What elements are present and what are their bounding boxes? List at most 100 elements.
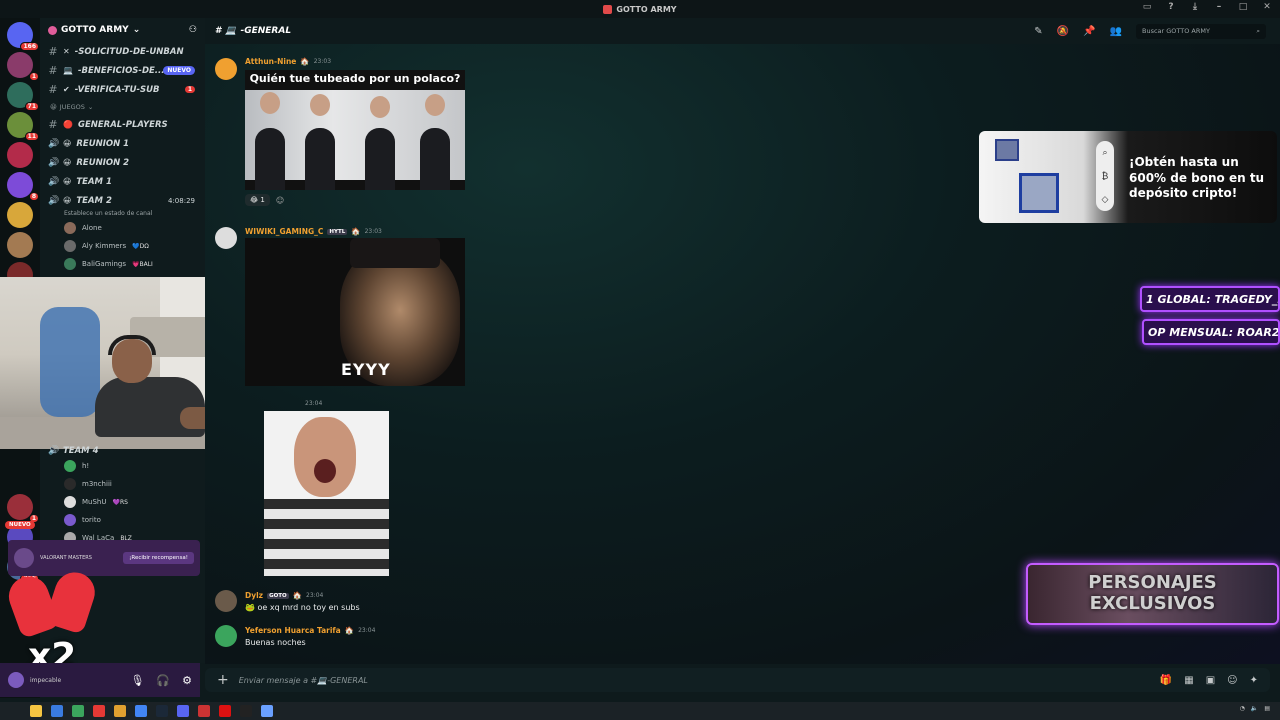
avatar[interactable]: [215, 625, 237, 647]
message-image[interactable]: [264, 411, 389, 576]
channel-voice-2[interactable]: 🔊 😀 TEAM 1: [40, 172, 205, 191]
author-name[interactable]: WIWIKI_GAMING_C: [245, 227, 323, 236]
notification-icon[interactable]: ▤: [1264, 705, 1270, 712]
author-name[interactable]: Atthun-Nine: [245, 57, 296, 66]
channel-status-hint[interactable]: Establece un estado de canal: [40, 210, 205, 219]
voice-members-bottom: 🔊 TEAM 4 h! m3nchiii MuShU 💜RS torito Wal LaC…: [40, 445, 205, 547]
microphone-icon[interactable]: 🎙: [130, 674, 144, 687]
top-server-icon-3[interactable]: 11: [7, 112, 39, 141]
channel-voice-0[interactable]: 🔊 😀 REUNION 1: [40, 134, 205, 153]
notification-bell-icon[interactable]: 🔕: [1057, 26, 1069, 37]
author-name[interactable]: Dylz: [245, 591, 263, 600]
taskbar-app-icon[interactable]: [240, 705, 252, 717]
taskbar-app-icon[interactable]: [30, 705, 42, 717]
emoji-icon[interactable]: ☺: [1227, 675, 1237, 686]
gif-icon[interactable]: ▦: [1184, 675, 1193, 686]
apps-icon[interactable]: ✦: [1250, 675, 1258, 686]
avatar[interactable]: [215, 58, 237, 80]
avatar[interactable]: [215, 590, 237, 612]
attach-plus-icon[interactable]: +: [217, 672, 229, 688]
headphones-icon[interactable]: 🎧: [156, 674, 170, 687]
taskbar-app-icon[interactable]: [93, 705, 105, 717]
promo-title: VALORANT MASTERS: [40, 555, 92, 561]
hash-icon: #: [48, 64, 58, 77]
wifi-icon[interactable]: ◔: [1240, 705, 1245, 712]
add-member-icon[interactable]: ⚇: [189, 25, 197, 35]
top-server-icon-0[interactable]: 166: [7, 22, 39, 51]
author-name[interactable]: Yeferson Huarca Tarifa: [245, 626, 341, 635]
top-server-icon-4[interactable]: [7, 142, 33, 168]
avatar[interactable]: [8, 672, 24, 688]
voice-timer: 4:08:29: [168, 196, 195, 205]
taskbar-app-icon[interactable]: [114, 705, 126, 717]
taskbar-app-icon[interactable]: [156, 705, 168, 717]
gift-icon[interactable]: 🎁: [1160, 675, 1172, 686]
settings-gear-icon[interactable]: ⚙: [182, 674, 192, 687]
message-image[interactable]: Quién tue tubeado por un polaco?: [245, 70, 465, 190]
reactions: 😂 1 ☺: [245, 194, 284, 206]
taskbar-app-icon[interactable]: [51, 705, 63, 717]
gift-box-icon: [995, 139, 1019, 161]
help-icon[interactable]: ?: [1164, 2, 1178, 12]
top-server-icon-2[interactable]: 71: [7, 82, 39, 111]
minimize-button[interactable]: –: [1212, 2, 1226, 12]
inbox-icon[interactable]: ▭: [1140, 2, 1154, 12]
sticker-icon[interactable]: ▣: [1206, 675, 1215, 686]
channel-text-1[interactable]: # 💻 -BENEFICIOS-DE... NUEVO: [40, 61, 205, 80]
guild-tag[interactable]: HYTL: [327, 228, 348, 235]
message-composer[interactable]: + Enviar mensaje a #💻-GENERAL 🎁 ▦ ▣ ☺ ✦: [205, 668, 1270, 692]
maximize-button[interactable]: □: [1236, 2, 1250, 12]
pin-icon[interactable]: 📌: [1083, 26, 1095, 37]
message-image[interactable]: EYYY: [245, 238, 465, 386]
top-server-icon-6[interactable]: [7, 202, 33, 228]
voice-member[interactable]: h!: [40, 457, 205, 475]
channel-voice-1[interactable]: 🔊 😀 REUNION 2: [40, 153, 205, 172]
avatar: [64, 258, 76, 270]
mention-badge: 8: [28, 192, 39, 201]
channel-general-players[interactable]: # 🔴 GENERAL-PLAYERS: [40, 115, 205, 134]
top-server-icon-5[interactable]: 8: [7, 172, 39, 201]
voice-member[interactable]: torito: [40, 511, 205, 529]
mention-badge: 1: [28, 72, 39, 81]
category-juegos[interactable]: 😀 JUEGOS ⌄: [40, 99, 205, 115]
message-content: 🐸 oe xq mrd no toy en subs: [245, 603, 360, 612]
bottom-server-icon-0[interactable]: 1: [7, 494, 39, 523]
channel-team4[interactable]: 🔊 TEAM 4: [40, 445, 205, 457]
member-name: BaliGamings: [82, 260, 126, 268]
user-panel: impecable 🎙 🎧 ⚙: [0, 663, 200, 697]
guild-header[interactable]: GOTTO ARMY ⌄ ⚇: [40, 18, 205, 42]
taskbar-app-icon[interactable]: [261, 705, 273, 717]
voice-member[interactable]: Alone: [40, 219, 205, 237]
message-input[interactable]: Enviar mensaje a #💻-GENERAL: [239, 676, 1150, 685]
mention-badge: 166: [20, 42, 39, 51]
guild-tag[interactable]: GOTO: [267, 592, 289, 599]
members-icon[interactable]: 👥: [1110, 26, 1122, 37]
threads-icon[interactable]: ✎: [1034, 26, 1042, 37]
crypto-ad-banner[interactable]: ⌕ ₿ ◇ ¡Obtén hasta un 600% de bono en tu…: [979, 131, 1277, 223]
taskbar-app-icon[interactable]: [177, 705, 189, 717]
avatar[interactable]: [215, 227, 237, 249]
voice-member[interactable]: m3nchiii: [40, 475, 205, 493]
channel-voice-3[interactable]: 🔊 😀 TEAM 2 4:08:29: [40, 191, 205, 210]
taskbar-app-icon[interactable]: [72, 705, 84, 717]
channel-text-0[interactable]: # ✕ -SOLICITUD-DE-UNBAN: [40, 42, 205, 61]
taskbar-app-icon[interactable]: [219, 705, 231, 717]
volume-icon[interactable]: 🔈: [1251, 705, 1258, 712]
taskbar-app-icon[interactable]: [198, 705, 210, 717]
channel-text-2[interactable]: # ✔ -VERIFICA-TU-SUB 1: [40, 80, 205, 99]
close-button[interactable]: ✕: [1260, 2, 1274, 12]
channel-emoji: ✕: [63, 47, 70, 56]
channel-emoji: 🔴: [63, 120, 73, 129]
voice-member[interactable]: Aly Kimmers 💙DΩ: [40, 237, 205, 255]
top-server-icon-1[interactable]: 1: [7, 52, 39, 81]
download-icon[interactable]: ⤓: [1188, 2, 1202, 12]
claim-reward-button[interactable]: ¡Recibir recompensa!: [123, 552, 194, 564]
channel-label: TEAM 2: [76, 195, 112, 206]
reaction-laugh[interactable]: 😂 1: [245, 194, 270, 206]
voice-member[interactable]: BaliGamings 💗BALI: [40, 255, 205, 273]
voice-member[interactable]: MuShU 💜RS: [40, 493, 205, 511]
taskbar-app-icon[interactable]: [135, 705, 147, 717]
top-server-icon-7[interactable]: [7, 232, 33, 258]
search-input[interactable]: Buscar GOTTO ARMY ⌕: [1136, 23, 1266, 39]
add-reaction-icon[interactable]: ☺: [276, 196, 284, 205]
